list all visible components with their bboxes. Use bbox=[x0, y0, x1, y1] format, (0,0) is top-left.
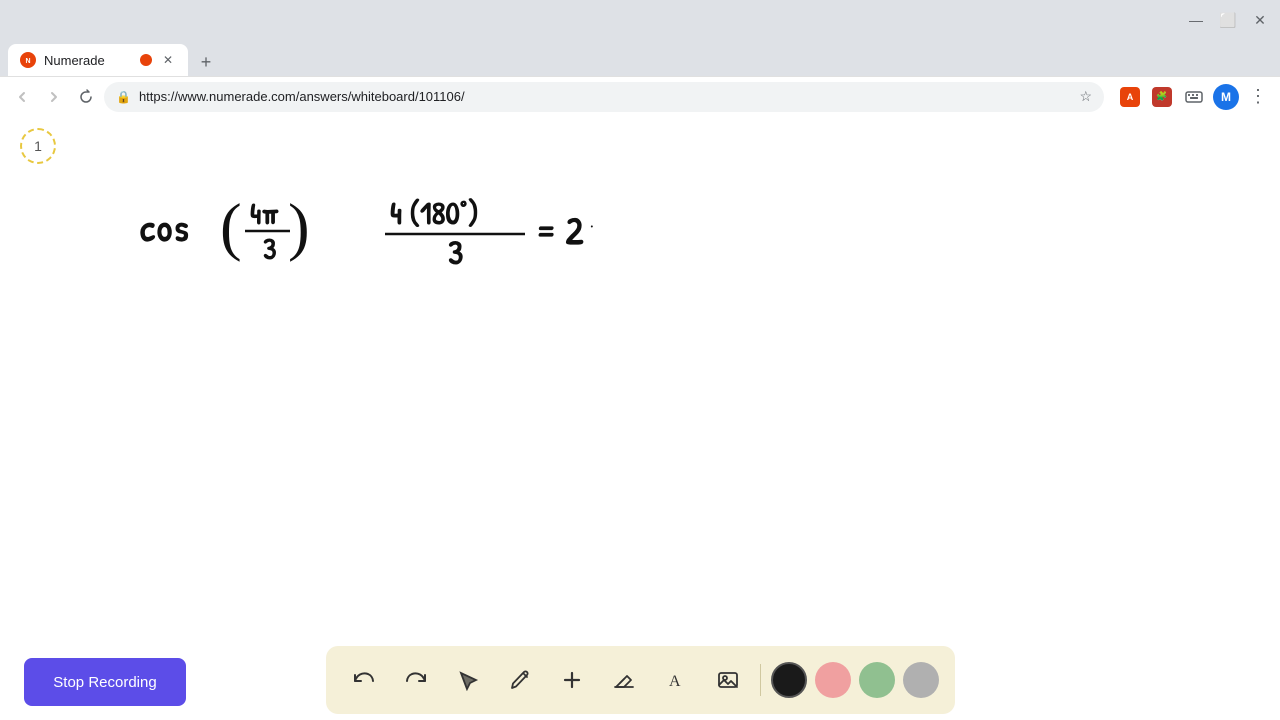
tab-close-btn[interactable]: ✕ bbox=[160, 52, 176, 68]
minimize-btn[interactable]: — bbox=[1184, 8, 1208, 32]
svg-text:4π: 4π bbox=[250, 194, 280, 234]
tab-favicon: N bbox=[20, 52, 36, 68]
address-bar[interactable]: 🔒 https://www.numerade.com/answers/white… bbox=[104, 82, 1104, 112]
svg-text:): ) bbox=[288, 191, 310, 263]
new-tab-btn[interactable]: + bbox=[192, 48, 220, 76]
image-btn[interactable] bbox=[706, 658, 750, 702]
extensions-puzzle-icon[interactable]: 🧩 bbox=[1148, 83, 1176, 111]
close-btn[interactable]: ✕ bbox=[1248, 8, 1272, 32]
svg-text:3: 3 bbox=[263, 229, 276, 269]
svg-text:N: N bbox=[25, 58, 30, 65]
text-btn[interactable]: A bbox=[654, 658, 698, 702]
select-btn[interactable] bbox=[446, 658, 490, 702]
svg-text:= 2: = 2 bbox=[535, 204, 583, 256]
nav-bar: 🔒 https://www.numerade.com/answers/white… bbox=[0, 76, 1280, 116]
star-icon[interactable]: ☆ bbox=[1079, 88, 1092, 105]
title-bar: — ⬜ ✕ bbox=[0, 0, 1280, 40]
reload-btn[interactable] bbox=[72, 83, 100, 111]
undo-btn[interactable] bbox=[342, 658, 386, 702]
svg-text:3: 3 bbox=[448, 229, 463, 275]
toolbar-container: Stop Recording bbox=[0, 640, 1280, 720]
profile-btn[interactable]: M bbox=[1212, 83, 1240, 111]
tab-bar: N Numerade ✕ + bbox=[0, 40, 1280, 76]
math-content: cos ( 4π 3 ) 4 (180°) 3 = 2 · bbox=[80, 166, 680, 286]
url-text: https://www.numerade.com/answers/whitebo… bbox=[139, 89, 1071, 104]
color-green-btn[interactable] bbox=[859, 662, 895, 698]
svg-text:A: A bbox=[669, 673, 681, 690]
profile-avatar: M bbox=[1213, 84, 1239, 110]
redo-btn[interactable] bbox=[394, 658, 438, 702]
eraser-btn[interactable] bbox=[602, 658, 646, 702]
stop-recording-button[interactable]: Stop Recording bbox=[24, 658, 186, 706]
tab-title: Numerade bbox=[44, 53, 105, 68]
more-options-btn[interactable]: ⋮ bbox=[1244, 83, 1272, 111]
browser-chrome: — ⬜ ✕ N Numerade ✕ + 🔒 https://www. bbox=[0, 0, 1280, 116]
svg-text:cos: cos bbox=[140, 201, 191, 253]
add-btn[interactable] bbox=[550, 658, 594, 702]
extensions-icon[interactable]: A bbox=[1116, 83, 1144, 111]
toolbar: A bbox=[326, 646, 955, 714]
forward-btn[interactable] bbox=[40, 83, 68, 111]
color-pink-btn[interactable] bbox=[815, 662, 851, 698]
svg-text:4 (180°): 4 (180°) bbox=[390, 191, 479, 234]
active-tab[interactable]: N Numerade ✕ bbox=[8, 44, 188, 76]
color-gray-btn[interactable] bbox=[903, 662, 939, 698]
page-number: 1 bbox=[20, 128, 56, 164]
nav-right-icons: A 🧩 M ⋮ bbox=[1116, 83, 1272, 111]
color-black-btn[interactable] bbox=[771, 662, 807, 698]
toolbar-divider bbox=[760, 664, 761, 696]
lock-icon: 🔒 bbox=[116, 90, 131, 104]
svg-text:(: ( bbox=[220, 191, 242, 263]
svg-text:·: · bbox=[590, 212, 594, 237]
pen-btn[interactable] bbox=[498, 658, 542, 702]
back-btn[interactable] bbox=[8, 83, 36, 111]
keyboard-icon[interactable] bbox=[1180, 83, 1208, 111]
tab-recording-indicator bbox=[140, 54, 152, 66]
maximize-btn[interactable]: ⬜ bbox=[1216, 8, 1240, 32]
whiteboard-page: 1 cos ( 4π 3 ) 4 (180°) 3 = 2 · bbox=[0, 116, 1280, 720]
